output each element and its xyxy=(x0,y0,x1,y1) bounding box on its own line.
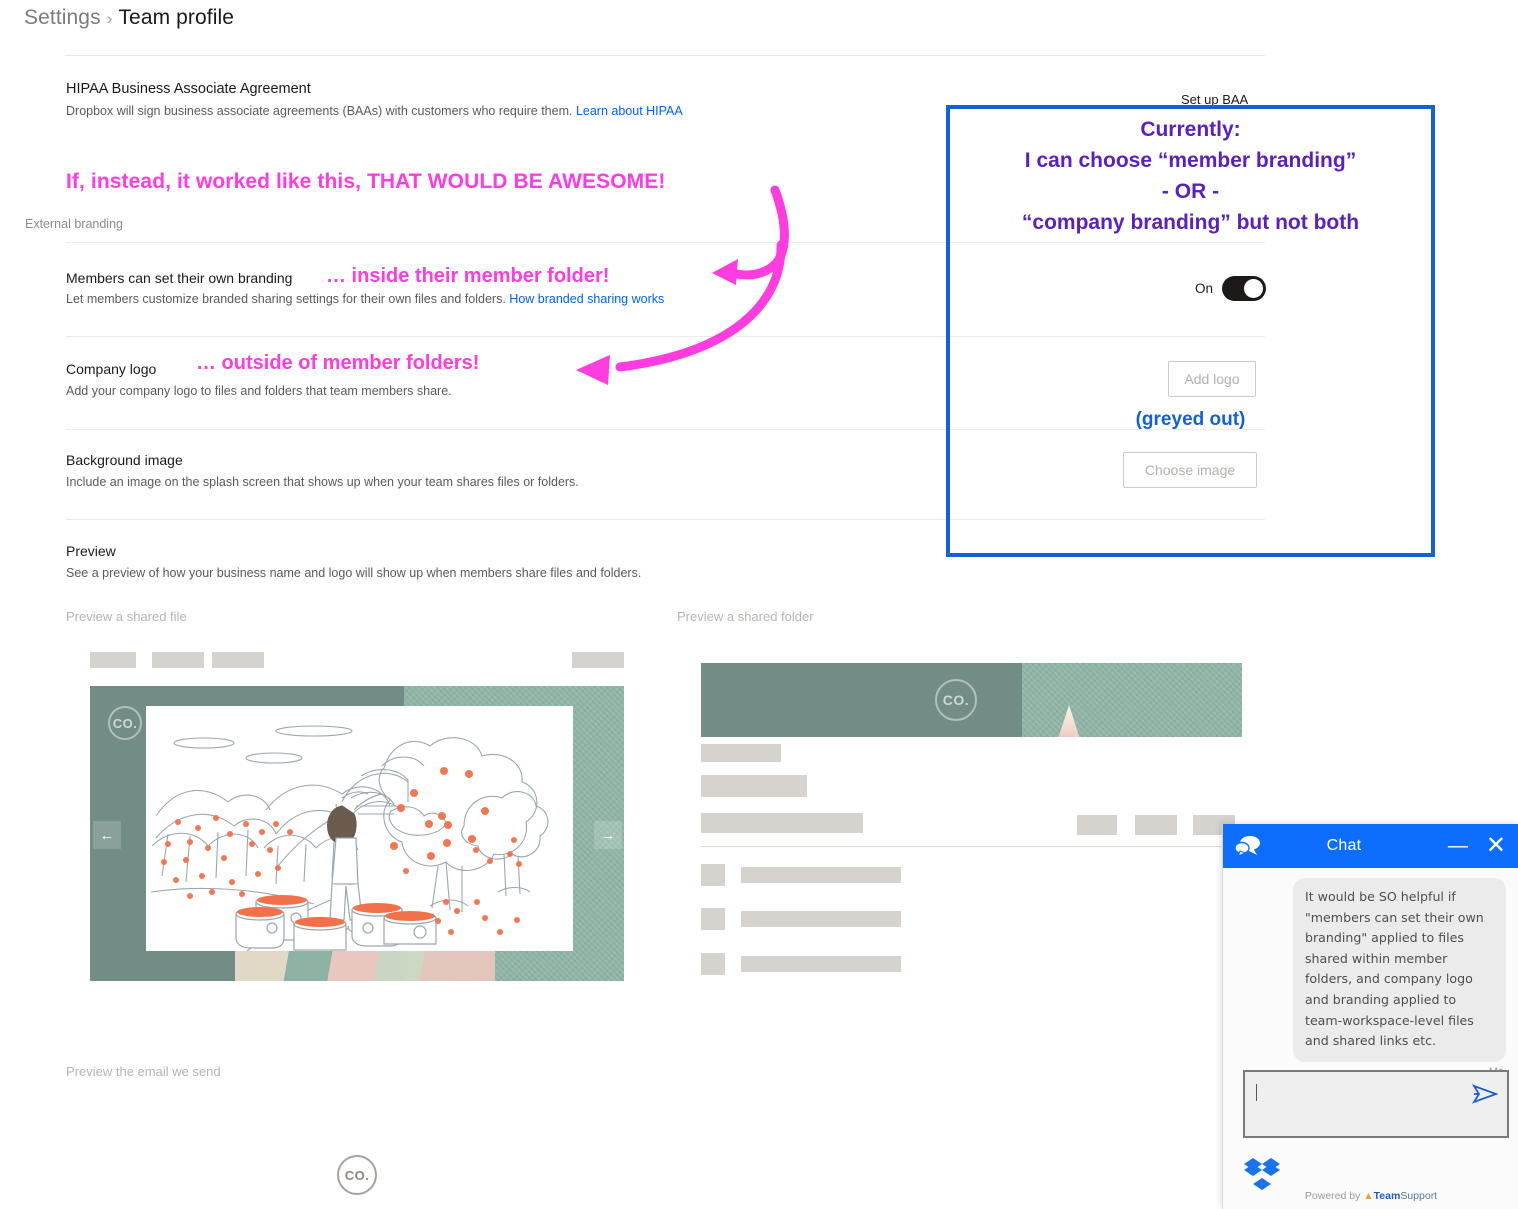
how-branded-sharing-works-link[interactable]: How branded sharing works xyxy=(509,292,664,306)
preview-email-caption: Preview the email we send xyxy=(66,1064,221,1079)
annotation-line-2: I can choose “member branding” xyxy=(1024,149,1357,172)
chat-widget: Chat — ✕ It would be SO helpful if "memb… xyxy=(1222,824,1518,1209)
company-logo-description: Add your company logo to files and folde… xyxy=(66,384,452,398)
orchard-illustration xyxy=(146,706,573,951)
breadcrumb: Settings › Team profile xyxy=(24,6,234,30)
annotation-line-4: “company branding” but not both xyxy=(1021,211,1360,234)
folder-row-label xyxy=(741,956,901,972)
teamsupport-flame-icon: ▲ xyxy=(1363,1190,1374,1202)
member-branding-description-text: Let members customize branded sharing se… xyxy=(66,292,506,306)
preview-description: See a preview of how your business name … xyxy=(66,566,642,580)
chat-header: Chat — ✕ xyxy=(1223,824,1518,868)
teamsupport-brand-b: Support xyxy=(1400,1190,1438,1202)
preview-next-button[interactable]: → xyxy=(594,821,622,849)
chat-minimize-button[interactable]: — xyxy=(1439,836,1477,856)
preview-title: Preview xyxy=(66,543,116,559)
breadcrumb-current: Team profile xyxy=(118,6,235,29)
send-icon[interactable] xyxy=(1472,1084,1498,1104)
team-profile-settings-page: Settings › Team profile HIPAA Business Ass… xyxy=(0,0,1518,1209)
dropbox-logo-icon xyxy=(1244,1158,1280,1190)
preview-folder-caption: Preview a shared folder xyxy=(677,609,814,624)
powered-by-label: Powered by xyxy=(1304,1190,1361,1202)
email-company-logo-badge: CO. xyxy=(337,1155,377,1195)
chat-input-caret xyxy=(1256,1084,1257,1101)
hipaa-description-text: Dropbox will sign business associate agr… xyxy=(66,104,573,118)
chat-message-bubble: It would be SO helpful if "members can s… xyxy=(1293,878,1506,1062)
folder-placeholder-bar xyxy=(1077,815,1117,835)
chat-close-button[interactable]: ✕ xyxy=(1477,834,1518,858)
powered-by-footer: Powered by ▲TeamSupport xyxy=(1223,1190,1518,1202)
annotation-inside-member-folder: … inside their member folder! xyxy=(326,265,610,287)
background-image-title: Background image xyxy=(66,452,183,468)
folder-row-label xyxy=(741,911,901,927)
file-placeholder-bar xyxy=(212,652,264,668)
annotation-greyed-out-note: (greyed out) xyxy=(1135,409,1246,430)
folder-placeholder-bar xyxy=(701,775,807,797)
file-placeholder-bar xyxy=(152,652,204,668)
chat-input-wrap[interactable] xyxy=(1243,1070,1509,1138)
preview-file-caption: Preview a shared file xyxy=(66,609,187,624)
folder-list-divider xyxy=(701,846,1242,847)
folder-placeholder-bar xyxy=(701,744,781,762)
background-image-description: Include an image on the splash screen th… xyxy=(66,475,579,489)
hipaa-description: Dropbox will sign business associate agr… xyxy=(66,104,683,118)
file-placeholder-bar xyxy=(572,652,624,668)
folder-row-label xyxy=(741,867,901,883)
file-placeholder-bar xyxy=(90,652,136,668)
folder-row-icon xyxy=(701,953,725,975)
external-branding-section-label: External branding xyxy=(25,217,123,231)
shared-folder-preview-hero: CO. xyxy=(701,663,1242,737)
preview-prev-button[interactable]: ← xyxy=(93,821,121,849)
folder-placeholder-bar xyxy=(701,813,863,833)
folder-row-icon xyxy=(701,908,725,930)
member-branding-title: Members can set their own branding xyxy=(66,270,293,286)
folder-hero-right-panel xyxy=(1022,663,1242,737)
folder-hero-texture xyxy=(1022,663,1242,737)
annotation-line-1: Currently: xyxy=(1140,118,1241,141)
breadcrumb-separator: › xyxy=(106,9,113,28)
annotation-outside-member-folders: … outside of member folders! xyxy=(196,352,480,374)
folder-placeholder-bar xyxy=(1135,815,1177,835)
annotation-line-3: - OR - xyxy=(1161,180,1220,203)
company-logo-title: Company logo xyxy=(66,361,157,377)
chat-title: Chat xyxy=(1326,837,1362,854)
teamsupport-brand-a: Team xyxy=(1373,1190,1401,1202)
learn-about-hipaa-link[interactable]: Learn about HIPAA xyxy=(576,104,683,118)
orchard-illustration-svg xyxy=(146,706,573,951)
member-branding-description: Let members customize branded sharing se… xyxy=(66,292,664,306)
folder-row-icon xyxy=(701,864,725,886)
company-logo-badge: CO. xyxy=(935,679,977,721)
header-divider xyxy=(65,55,1265,56)
company-logo-badge: CO. xyxy=(108,706,142,740)
annotation-currently-text: Currently: I can choose “member branding… xyxy=(950,114,1431,238)
chat-message-list: It would be SO helpful if "members can s… xyxy=(1223,868,1518,1094)
breadcrumb-settings-link[interactable]: Settings xyxy=(24,6,101,29)
annotation-pink-headline: If, instead, it worked like this, THAT W… xyxy=(66,170,666,193)
hipaa-title: HIPAA Business Associate Agreement xyxy=(66,81,311,97)
